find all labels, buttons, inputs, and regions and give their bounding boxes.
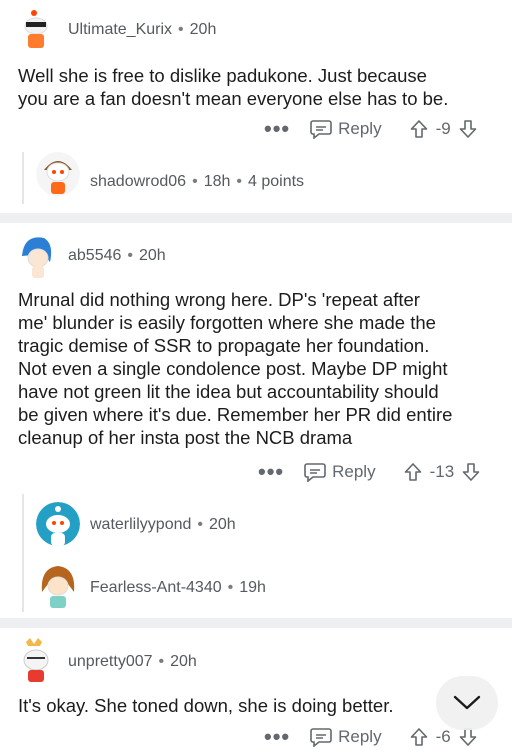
avatar-waterlilyypond[interactable] — [36, 502, 80, 546]
reply-label: Reply — [332, 462, 376, 481]
comment-time: 20h — [189, 21, 217, 38]
comment-divider — [0, 213, 512, 223]
vote-controls: -6 — [410, 727, 477, 747]
comment-body: Well she is free to dislike padukone. Ju… — [18, 64, 498, 110]
reply-button[interactable]: Reply — [310, 119, 382, 139]
reply-time: 20h — [209, 516, 236, 533]
comment-body: Mrunal did nothing wrong here. DP's 'rep… — [18, 288, 506, 449]
more-options-icon[interactable]: ••• — [258, 459, 284, 485]
chevron-down-icon — [453, 695, 481, 710]
vote-controls: -9 — [410, 119, 477, 139]
comment-body-line: tragic demise of SSR to propagate her fo… — [18, 335, 430, 356]
vote-controls: -13 — [404, 462, 481, 482]
comment-username[interactable]: unpretty007 — [68, 653, 153, 670]
comment-body: It's okay. She toned down, she is doing … — [18, 694, 438, 717]
avatar-unpretty007[interactable] — [14, 636, 58, 684]
comment-meta: ab5546 • 20h — [68, 247, 166, 264]
reply-icon — [304, 463, 326, 482]
thread-line[interactable] — [22, 494, 24, 612]
comment-body-line: Mrunal did nothing wrong here. DP's 'rep… — [18, 289, 420, 310]
comment-body-line: cleanup of her insta post the NCB drama — [18, 427, 353, 448]
vote-score: -6 — [435, 727, 451, 746]
avatar-shadowrod06[interactable] — [36, 152, 80, 196]
comment-divider — [0, 618, 512, 628]
avatar-fearless-ant-4340[interactable] — [36, 562, 80, 610]
downvote-icon[interactable] — [462, 462, 480, 482]
comment-time: 20h — [170, 653, 197, 670]
thread-line[interactable] — [22, 152, 24, 204]
reply-username[interactable]: shadowrod06 — [90, 173, 186, 190]
comment-meta: unpretty007 • 20h — [68, 653, 197, 670]
reply-icon — [310, 120, 332, 139]
comment-time: 20h — [139, 247, 166, 264]
more-options-icon[interactable]: ••• — [264, 116, 290, 142]
reply-time: 18h — [203, 173, 231, 190]
reply-username[interactable]: waterlilyypond — [90, 516, 191, 533]
reply-button[interactable]: Reply — [304, 462, 376, 482]
reply-label: Reply — [338, 727, 382, 746]
comment-actions: ••• Reply -13 — [258, 459, 480, 485]
comment-body-line: It's okay. She toned down, she is doing … — [18, 695, 394, 716]
downvote-icon[interactable] — [459, 119, 477, 139]
reply-label: Reply — [338, 119, 382, 138]
avatar-ab5546[interactable] — [14, 232, 58, 280]
vote-score: -9 — [435, 119, 451, 138]
collapsed-reply-meta[interactable]: shadowrod06 • 18h • 4 points — [90, 173, 304, 191]
more-options-icon[interactable]: ••• — [264, 724, 290, 750]
comment-body-line: Not even a single condolence post. Maybe… — [18, 358, 448, 379]
collapsed-reply-meta[interactable]: waterlilyypond • 20h — [90, 516, 236, 534]
comment-meta: Ultimate_Kurix • 20h — [68, 21, 217, 38]
scroll-down-button[interactable] — [436, 676, 498, 730]
downvote-icon[interactable] — [459, 727, 477, 747]
upvote-icon[interactable] — [404, 462, 422, 482]
comment-body-line: Well she is free to dislike padukone. Ju… — [18, 65, 427, 86]
comment-body-line: me' blunder is easily forgotten where sh… — [18, 312, 436, 333]
reply-points: 4 points — [248, 173, 305, 190]
reply-time: 19h — [239, 579, 266, 596]
reply-button[interactable]: Reply — [310, 727, 382, 747]
comment-actions: ••• Reply -6 — [264, 724, 477, 750]
comment-username[interactable]: ab5546 — [68, 247, 121, 264]
reply-icon — [310, 728, 332, 747]
comment-body-line: you are a fan doesn't mean everyone else… — [18, 88, 449, 109]
reply-username[interactable]: Fearless-Ant-4340 — [90, 579, 222, 596]
vote-score: -13 — [429, 462, 455, 481]
comment-body-line: be given where it's due. Remember her PR… — [18, 404, 453, 425]
comment-actions: ••• Reply -9 — [264, 116, 477, 142]
comment-username[interactable]: Ultimate_Kurix — [68, 21, 172, 38]
upvote-icon[interactable] — [410, 119, 428, 139]
avatar-ultimate-kurix[interactable] — [14, 8, 58, 52]
collapsed-reply-meta[interactable]: Fearless-Ant-4340 • 19h — [90, 579, 266, 597]
upvote-icon[interactable] — [410, 727, 428, 747]
comment-body-line: have not green lit the idea but accounta… — [18, 381, 439, 402]
